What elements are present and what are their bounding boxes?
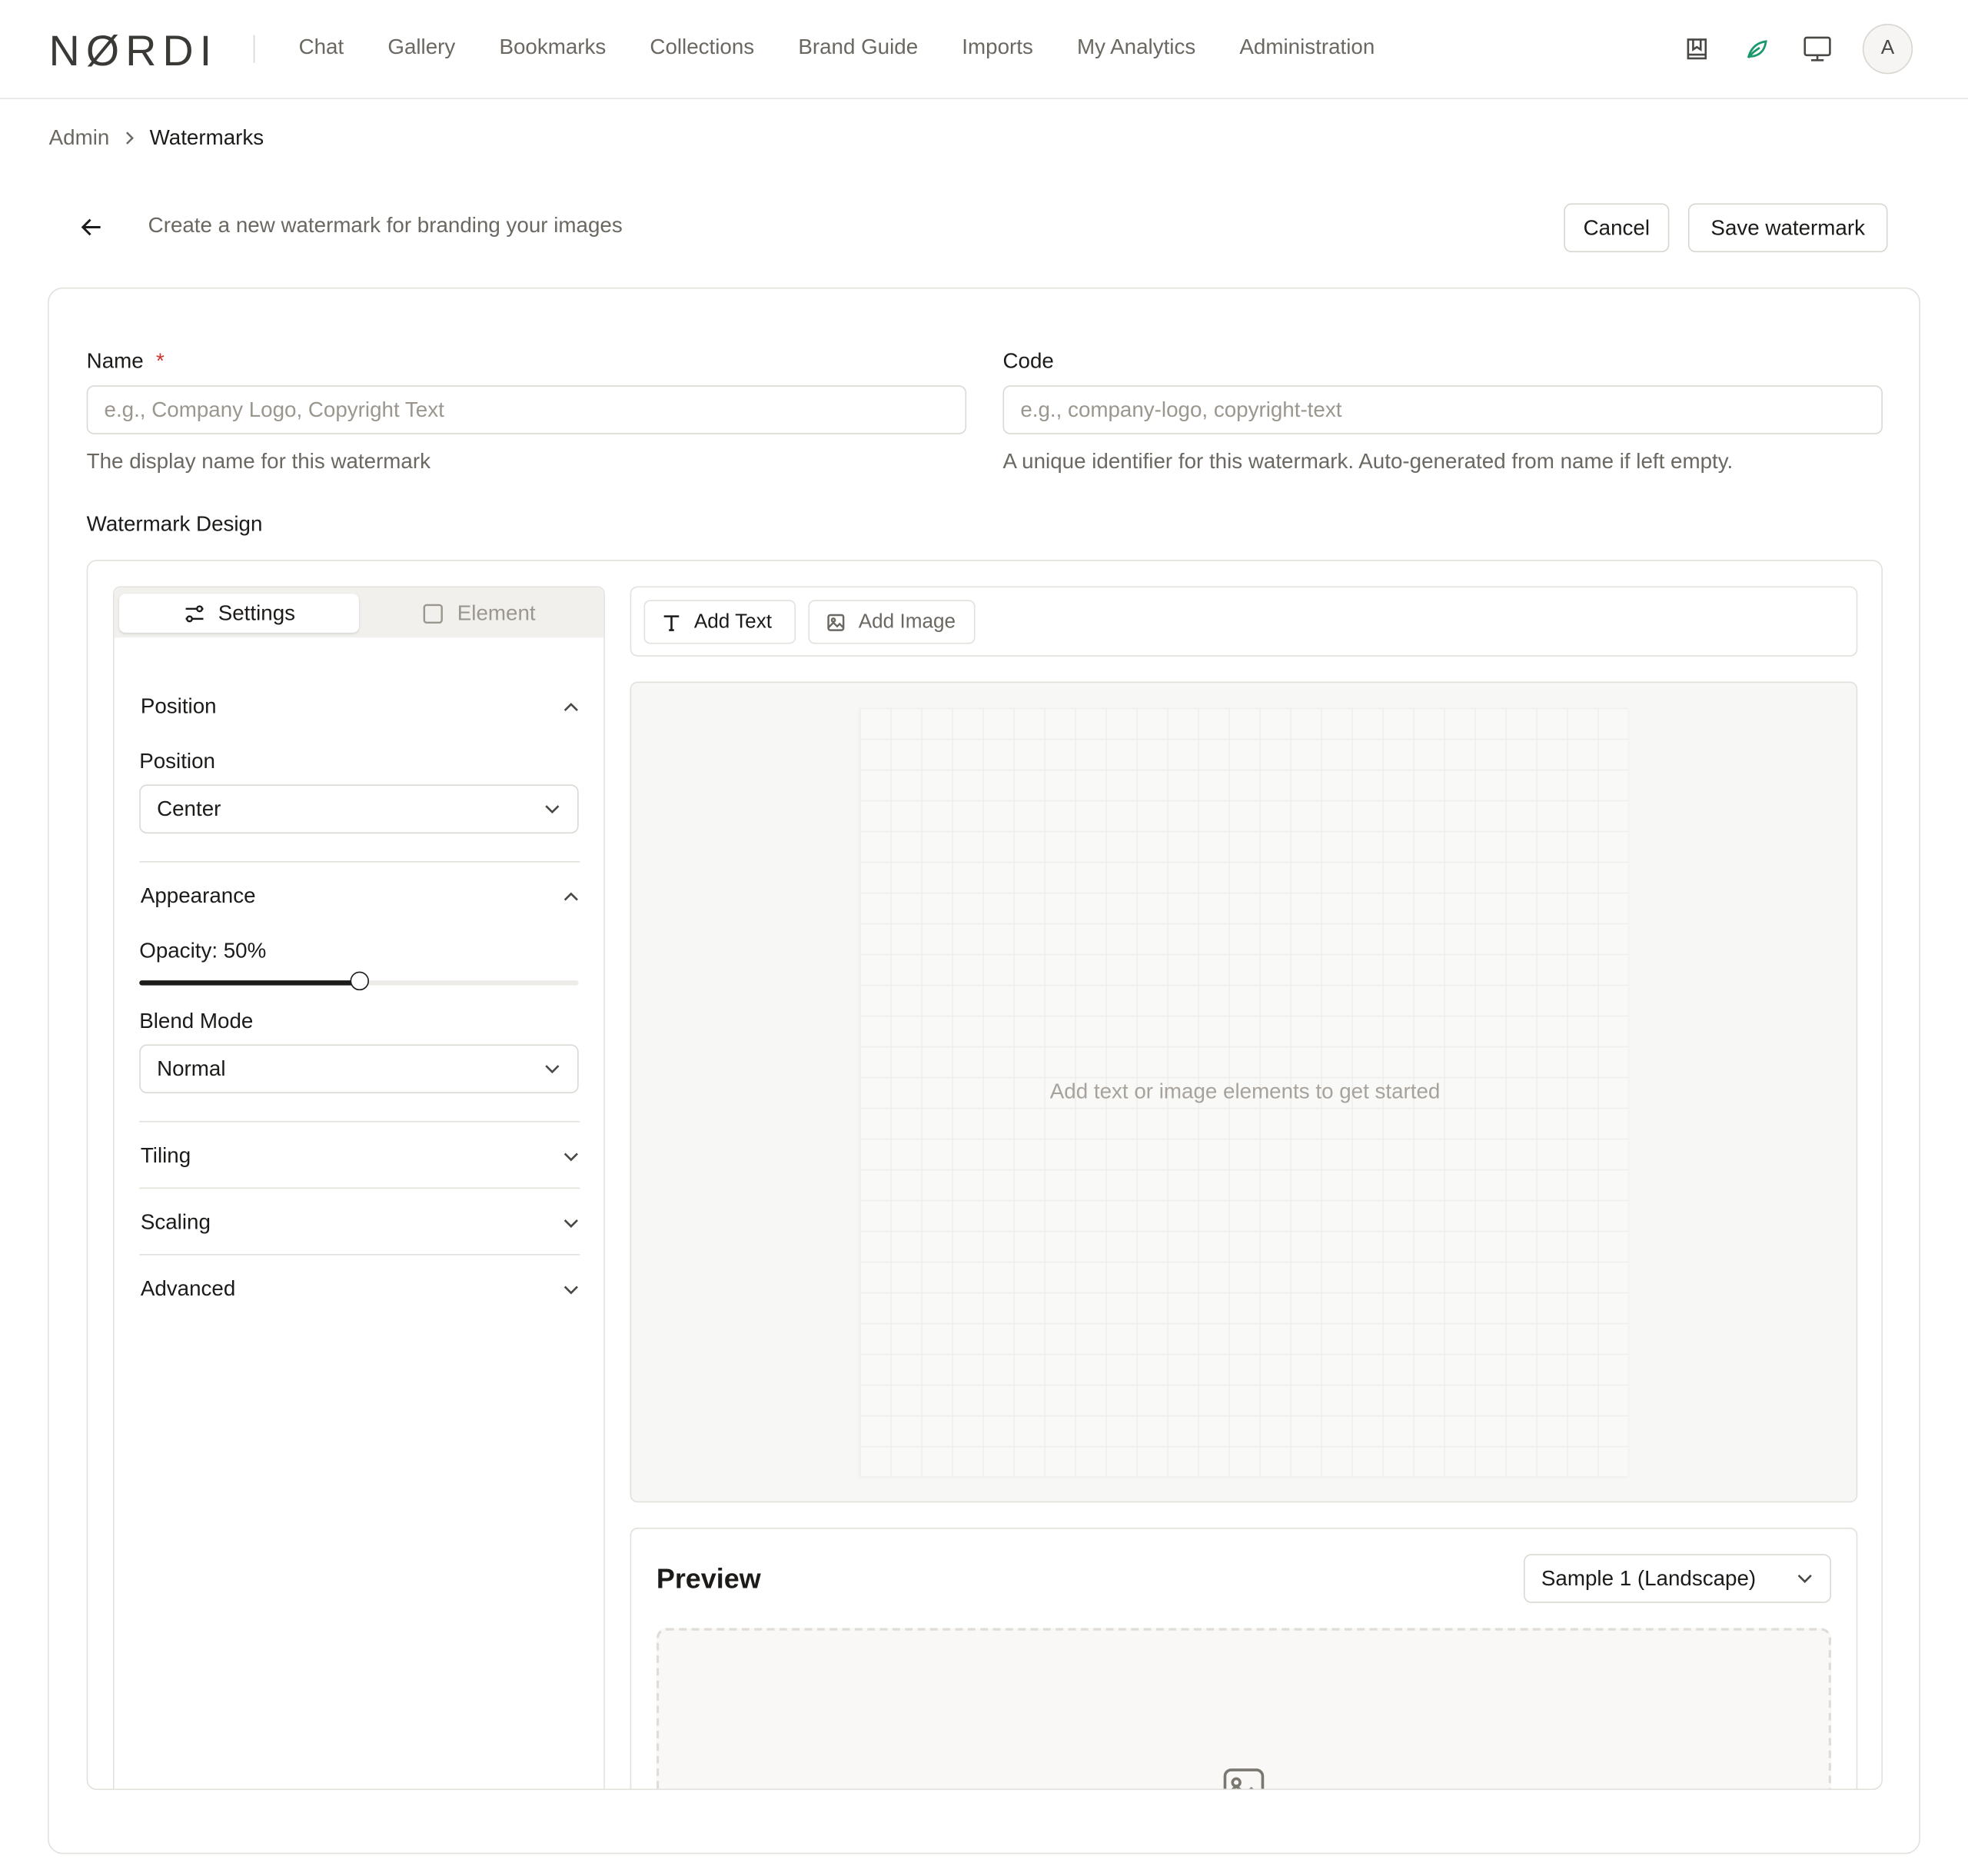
nav-item-my-analytics[interactable]: My Analytics (1077, 35, 1195, 61)
position-field-label: Position (139, 749, 215, 773)
user-avatar[interactable]: A (1862, 24, 1913, 75)
nav-item-bookmarks[interactable]: Bookmarks (499, 35, 606, 61)
bookmark-book-icon[interactable] (1682, 34, 1712, 64)
preview-sample-select[interactable]: Sample 1 (Landscape) (1524, 1554, 1832, 1603)
preview-section: Preview Sample 1 (Landscape) (630, 1527, 1858, 1789)
add-image-button[interactable]: Add Image (808, 600, 976, 644)
chevron-down-icon (545, 805, 560, 814)
chevron-right-icon (125, 131, 135, 146)
breadcrumb: Admin Watermarks (49, 125, 264, 151)
blend-mode-label: Blend Mode (139, 1009, 254, 1033)
monitor-icon[interactable] (1802, 34, 1832, 64)
section-divider (139, 860, 580, 863)
name-help-text: The display name for this watermark (86, 449, 430, 474)
nav-item-administration[interactable]: Administration (1239, 35, 1375, 61)
chevron-down-icon (563, 1152, 578, 1161)
scaling-section-header[interactable]: Scaling (141, 1210, 580, 1236)
save-watermark-button[interactable]: Save watermark (1687, 203, 1888, 253)
code-help-text: A unique identifier for this watermark. … (1002, 449, 1734, 474)
cancel-button[interactable]: Cancel (1564, 203, 1670, 253)
chevron-down-icon (1797, 1575, 1812, 1583)
opacity-label: Opacity: 50% (139, 939, 267, 963)
chevron-down-icon (545, 1065, 560, 1074)
opacity-slider[interactable] (139, 971, 579, 991)
back-arrow-icon[interactable] (78, 214, 105, 241)
panel-tab-switcher: Settings Element (114, 587, 604, 638)
opacity-slider-thumb[interactable] (350, 971, 369, 991)
main-nav: Chat Gallery Bookmarks Collections Brand… (299, 35, 1419, 61)
sliders-icon (185, 604, 204, 622)
square-icon (424, 603, 444, 624)
header-actions: A (1652, 24, 1913, 75)
blend-mode-select[interactable]: Normal (139, 1044, 579, 1094)
chevron-up-icon (563, 891, 578, 900)
image-placeholder-icon (1223, 1768, 1265, 1789)
canvas-empty-message: Add text or image elements to get starte… (1049, 1079, 1441, 1104)
nav-item-gallery[interactable]: Gallery (387, 35, 455, 61)
chevron-down-icon (563, 1219, 578, 1228)
image-icon (827, 613, 845, 630)
nav-item-collections[interactable]: Collections (650, 35, 754, 61)
design-canvas-area: Add text or image elements to get starte… (630, 681, 1858, 1503)
watermark-design-label: Watermark Design (86, 512, 263, 537)
code-label: Code (1002, 348, 1054, 373)
breadcrumb-admin[interactable]: Admin (49, 125, 110, 151)
section-divider (139, 1254, 580, 1256)
watermark-design-area: Settings Element Position Position Cente… (86, 560, 1883, 1791)
add-text-button[interactable]: Add Text (643, 600, 796, 644)
watermark-form-card: Name * e.g., Company Logo, Copyright Text… (48, 287, 1920, 1854)
section-divider (139, 1187, 580, 1189)
breadcrumb-current: Watermarks (149, 125, 264, 150)
preview-title: Preview (656, 1562, 761, 1595)
required-marker: * (156, 348, 165, 373)
appearance-section-header[interactable]: Appearance (141, 883, 580, 909)
chevron-up-icon (563, 702, 578, 711)
name-label: Name * (86, 348, 165, 373)
chevron-down-icon (563, 1285, 578, 1294)
nav-item-imports[interactable]: Imports (962, 35, 1033, 61)
tab-settings[interactable]: Settings (119, 594, 359, 633)
code-input[interactable]: e.g., company-logo, copyright-text (1002, 385, 1883, 434)
position-select[interactable]: Center (139, 784, 579, 834)
nav-item-chat[interactable]: Chat (299, 35, 344, 61)
tiling-section-header[interactable]: Tiling (141, 1143, 580, 1169)
logo-divider (253, 35, 255, 63)
element-toolbar: Add Text Add Image (630, 586, 1858, 657)
page-subtitle: Create a new watermark for branding your… (148, 213, 623, 238)
section-divider (139, 1120, 580, 1123)
tab-element[interactable]: Element (359, 594, 599, 633)
leaf-icon[interactable] (1742, 34, 1772, 64)
settings-panel: Settings Element Position Position Cente… (112, 586, 605, 1789)
nav-item-brand-guide[interactable]: Brand Guide (798, 35, 918, 61)
top-navigation-bar: NØRDI Chat Gallery Bookmarks Collections… (0, 0, 1968, 99)
name-input[interactable]: e.g., Company Logo, Copyright Text (86, 385, 967, 434)
advanced-section-header[interactable]: Advanced (141, 1276, 580, 1302)
opacity-slider-fill (139, 980, 359, 986)
brand-logo[interactable]: NØRDI (49, 28, 218, 77)
position-section-header[interactable]: Position (141, 694, 580, 720)
preview-image-area (656, 1628, 1832, 1789)
text-icon (663, 614, 680, 631)
